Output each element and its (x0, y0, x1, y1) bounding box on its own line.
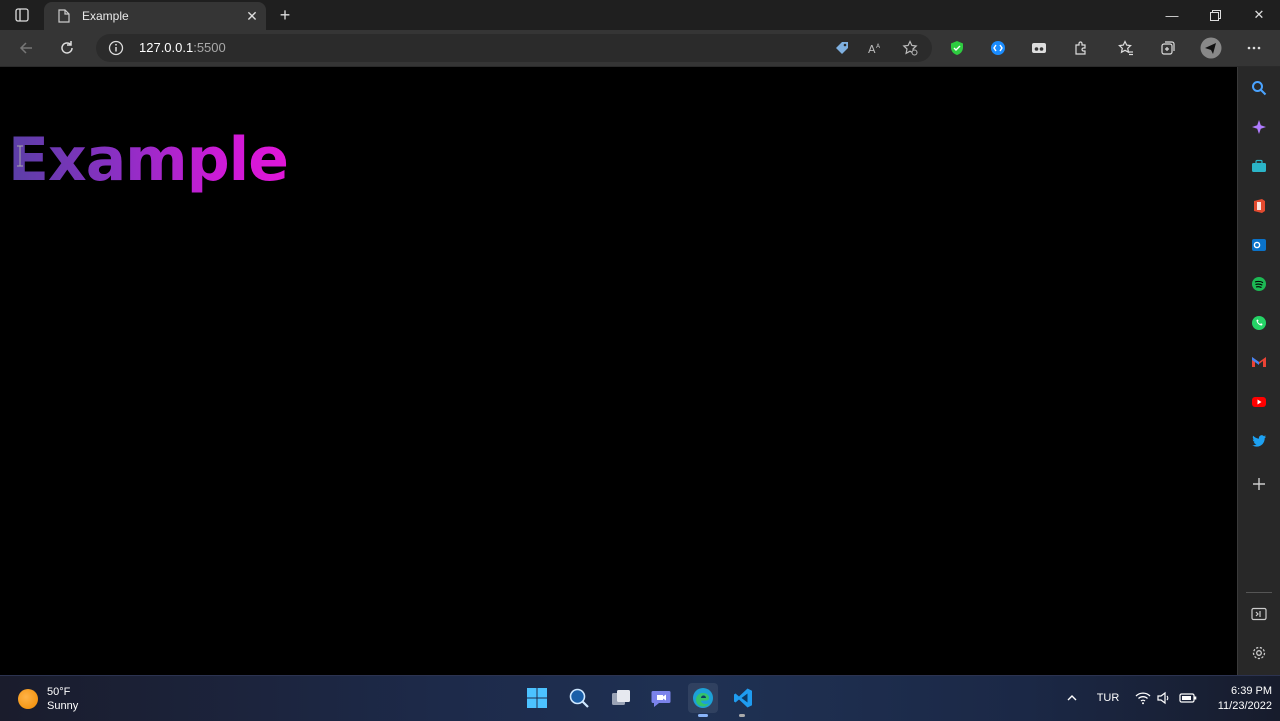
coupon-tag-icon[interactable] (834, 40, 850, 56)
weather-widget[interactable]: 50°F Sunny (18, 685, 78, 713)
more-dots-icon (1247, 46, 1261, 50)
favorites-button[interactable] (1114, 36, 1138, 60)
page-heading: Example (8, 125, 289, 195)
extensions-button[interactable] (1069, 36, 1093, 60)
site-info-icon[interactable] (108, 40, 124, 56)
shield-icon (951, 41, 963, 55)
add-favorite-icon[interactable] (902, 40, 918, 56)
browser-toolbar: 127.0.0.1:5500 AA (0, 30, 1280, 67)
edge-sidebar (1237, 67, 1280, 675)
vscode-running-indicator (739, 714, 745, 717)
sidebar-tools-icon[interactable] (1250, 157, 1268, 175)
minimize-button[interactable]: — (1151, 0, 1193, 30)
web-page-content: Example (0, 67, 1237, 675)
back-button[interactable] (14, 36, 38, 60)
start-button[interactable] (522, 683, 552, 713)
refresh-icon (61, 41, 73, 54)
browser-tab-bar: Example ✕ + — ✕ (0, 0, 1280, 30)
extension-shield-button[interactable] (945, 36, 969, 60)
weather-temperature: 50°F (47, 686, 71, 698)
task-view-icon (612, 690, 630, 705)
shazam-icon (991, 41, 1005, 55)
weather-condition: Sunny (47, 700, 79, 712)
tab-title: Example (82, 9, 129, 23)
edge-active-indicator (698, 714, 708, 717)
sidebar-add-icon[interactable] (1250, 475, 1268, 493)
language-indicator[interactable]: TUR (1092, 688, 1124, 708)
close-tab-icon[interactable]: ✕ (242, 6, 262, 26)
avatar-icon (1200, 37, 1222, 59)
windows-logo-icon (527, 688, 547, 708)
sidebar-twitter-icon[interactable] (1250, 432, 1268, 450)
clock-time: 6:39 PM (1231, 685, 1272, 697)
sidebar-hide-icon[interactable] (1250, 605, 1268, 623)
profile-button[interactable] (1199, 36, 1223, 60)
svg-text:A: A (876, 43, 881, 50)
favorites-star-icon (1118, 40, 1133, 56)
sidebar-copilot-icon[interactable] (1250, 118, 1268, 136)
svg-text:A: A (868, 43, 876, 56)
text-cursor-icon (17, 145, 23, 167)
vscode-icon (734, 688, 752, 708)
vscode-taskbar-button[interactable] (728, 683, 758, 713)
task-view-button[interactable] (606, 683, 636, 713)
browser-tab[interactable]: Example ✕ (44, 2, 266, 30)
show-hidden-icons-button[interactable] (1062, 688, 1082, 708)
page-icon (56, 8, 72, 24)
close-window-button[interactable]: ✕ (1238, 0, 1280, 30)
system-clock[interactable]: 6:39 PM 11/23/2022 (1206, 684, 1272, 714)
volume-icon[interactable] (1155, 688, 1173, 708)
address-bar[interactable]: 127.0.0.1:5500 AA (96, 34, 932, 62)
sidebar-spotify-icon[interactable] (1250, 275, 1268, 293)
sidebar-gmail-icon[interactable] (1250, 353, 1268, 371)
taskbar-search-button[interactable] (564, 683, 594, 713)
sidebar-office-icon[interactable] (1250, 197, 1268, 215)
back-arrow-icon (19, 42, 32, 54)
tab-actions-icon (15, 8, 29, 22)
tab-actions-button[interactable] (8, 5, 36, 25)
sidebar-whatsapp-icon[interactable] (1250, 314, 1268, 332)
wifi-icon[interactable] (1133, 688, 1153, 708)
sidebar-settings-gear-icon[interactable] (1250, 644, 1268, 662)
settings-more-button[interactable] (1242, 36, 1266, 60)
sidebar-outlook-icon[interactable] (1250, 236, 1268, 254)
restore-icon (1209, 9, 1221, 21)
refresh-button[interactable] (55, 36, 79, 60)
sun-icon (18, 689, 38, 709)
teams-chat-icon (651, 691, 671, 707)
chat-button[interactable] (646, 683, 676, 713)
chevron-up-icon (1067, 695, 1077, 701)
clock-date: 11/23/2022 (1217, 700, 1272, 712)
edge-browser-icon (693, 688, 713, 708)
sidebar-divider (1246, 592, 1272, 593)
sidebar-search-icon[interactable] (1250, 79, 1268, 97)
glasses-icon (1032, 43, 1046, 53)
battery-icon[interactable] (1178, 688, 1198, 708)
edge-taskbar-button[interactable] (688, 683, 718, 713)
windows-taskbar: 50°F Sunny TUR 6:39 PM 11/23/2022 (0, 675, 1280, 721)
url-host: 127.0.0.1 (139, 40, 194, 55)
collections-button[interactable] (1156, 36, 1180, 60)
sidebar-youtube-icon[interactable] (1250, 393, 1268, 411)
search-icon (569, 688, 589, 708)
extension-shazam-button[interactable] (986, 36, 1010, 60)
collections-icon (1161, 41, 1175, 55)
restore-button[interactable] (1194, 0, 1236, 30)
url-text: 127.0.0.1:5500 (139, 40, 226, 55)
extension-glasses-button[interactable] (1027, 36, 1051, 60)
puzzle-icon (1075, 41, 1086, 55)
read-aloud-icon[interactable]: AA (867, 40, 883, 56)
url-port: :5500 (193, 40, 226, 55)
new-tab-button[interactable]: + (275, 5, 295, 25)
